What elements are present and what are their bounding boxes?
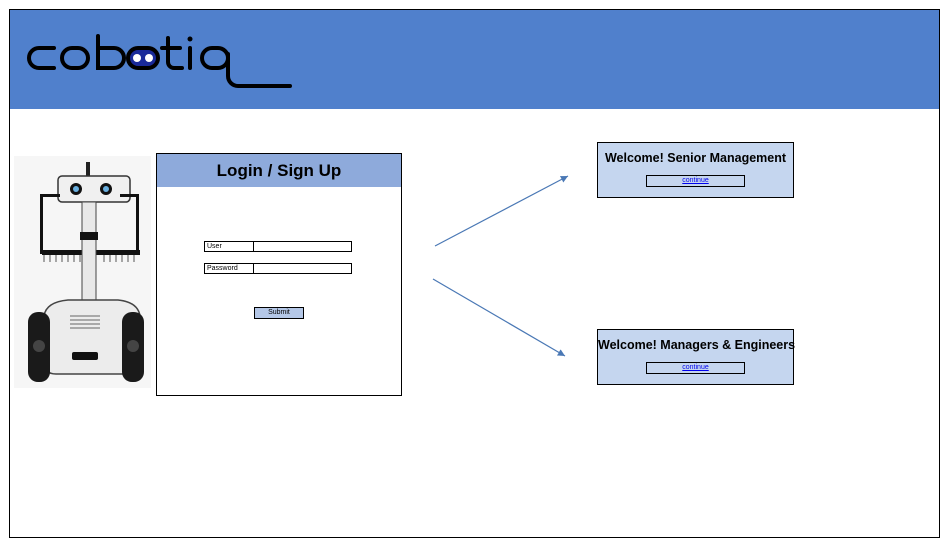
managers-engineers-continue-link[interactable]: continue: [646, 362, 745, 374]
user-label: User: [205, 242, 254, 251]
login-title: Login / Sign Up: [157, 154, 401, 187]
user-field-row: User: [204, 241, 352, 252]
managers-engineers-title: Welcome! Managers & Engineers: [598, 338, 796, 352]
password-field-row: Password: [204, 263, 352, 274]
page-frame: cobotiq: [9, 9, 940, 538]
arrow-to-managers-engineers: [432, 278, 566, 357]
arrow-to-senior-management: [434, 175, 569, 247]
robot-image: [14, 156, 151, 388]
password-label: Password: [205, 264, 254, 273]
user-input[interactable]: [254, 242, 351, 251]
cobotiq-logo: cobotiq: [27, 34, 292, 88]
password-input[interactable]: [254, 264, 351, 273]
senior-management-box: Welcome! Senior Management continue: [597, 142, 794, 198]
login-panel: Login / Sign Up User Password Submit: [156, 153, 402, 396]
submit-button[interactable]: Submit: [254, 307, 304, 319]
senior-management-continue-link[interactable]: continue: [646, 175, 745, 187]
senior-management-title: Welcome! Senior Management: [604, 151, 787, 165]
header-bar: cobotiq: [10, 10, 939, 109]
managers-engineers-box: Welcome! Managers & Engineers continue: [597, 329, 796, 385]
